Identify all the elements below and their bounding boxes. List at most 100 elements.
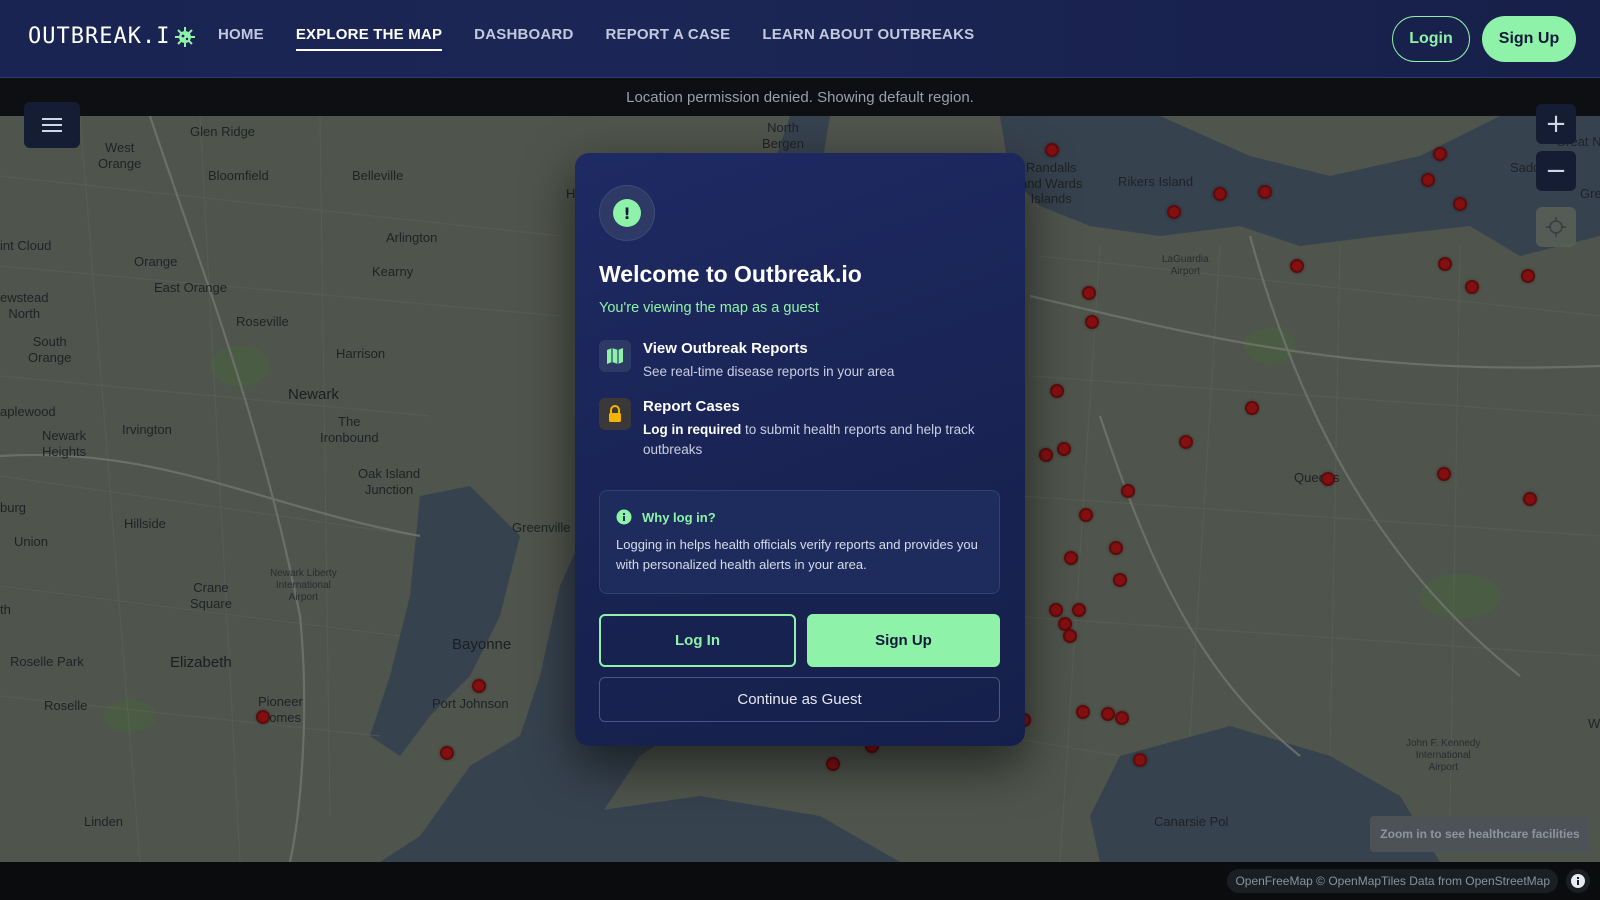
- case-marker[interactable]: [1045, 143, 1059, 157]
- case-marker[interactable]: [440, 746, 454, 760]
- case-marker[interactable]: [472, 679, 486, 693]
- zoom-out-button[interactable]: −: [1536, 151, 1576, 191]
- case-marker[interactable]: [256, 710, 270, 724]
- map-label-int-cloud: int Cloud: [0, 238, 52, 253]
- info-circle-icon: [616, 509, 632, 525]
- map-menu-button[interactable]: [24, 102, 80, 148]
- case-marker[interactable]: [1064, 551, 1078, 565]
- case-marker[interactable]: [1321, 472, 1335, 486]
- map-label-west-orange: West Orange: [98, 140, 142, 171]
- zoom-in-button[interactable]: +: [1536, 104, 1576, 144]
- nav-dashboard[interactable]: DASHBOARD: [474, 26, 573, 51]
- why-login-text: Logging in helps health officials verify…: [616, 537, 978, 572]
- minus-icon: −: [1545, 156, 1567, 186]
- case-marker[interactable]: [1076, 705, 1090, 719]
- case-marker[interactable]: [1523, 492, 1537, 506]
- case-marker[interactable]: [1179, 435, 1193, 449]
- map-label-greenville: Greenville: [512, 520, 571, 535]
- case-marker[interactable]: [1049, 603, 1063, 617]
- info-icon: [1571, 874, 1585, 888]
- case-marker[interactable]: [1109, 541, 1123, 555]
- modal-login-button[interactable]: Log In: [599, 614, 796, 667]
- feature-report-cases-desc: Log in required to submit health reports…: [643, 420, 999, 460]
- login-required-text: Log in required: [643, 422, 742, 437]
- map-label-roselle: Roselle: [44, 698, 88, 713]
- case-marker[interactable]: [1465, 280, 1479, 294]
- top-navbar: OUTBREAK.I HOME EXPLORE THE MAP DASHBOAR…: [0, 0, 1600, 78]
- attribution-info-button[interactable]: [1566, 869, 1590, 893]
- case-marker[interactable]: [1121, 484, 1135, 498]
- map-label-union: Union: [14, 534, 48, 549]
- map-label-crane-square: Crane Square: [190, 580, 232, 611]
- continue-as-guest-button[interactable]: Continue as Guest: [599, 677, 1000, 722]
- map-label-randalls: Randalls and Wards Islands: [1020, 160, 1083, 207]
- map-label-glen-ridge: Glen Ridge: [190, 124, 256, 139]
- logo-text: OUTBREAK.I: [28, 24, 171, 49]
- map-label-bayonne: Bayonne: [452, 636, 512, 653]
- hamburger-icon: [42, 118, 62, 132]
- map-label-harrison: Harrison: [336, 346, 386, 361]
- case-marker[interactable]: [1085, 315, 1099, 329]
- map-label-w: W: [1588, 716, 1600, 731]
- nav-report-case[interactable]: REPORT A CASE: [605, 26, 730, 51]
- case-marker[interactable]: [1115, 711, 1129, 725]
- map-label-port-johnson: Port Johnson: [432, 696, 509, 711]
- case-marker[interactable]: [1453, 197, 1467, 211]
- why-login-box: Why log in? Logging in helps health offi…: [599, 490, 1000, 594]
- feature-report-cases-title: Report Cases: [643, 398, 740, 415]
- case-marker[interactable]: [1057, 442, 1071, 456]
- case-marker[interactable]: [1133, 753, 1147, 767]
- map-label-ironbound: The Ironbound: [320, 414, 379, 445]
- modal-alert-icon-wrap: !: [599, 185, 655, 241]
- logo[interactable]: OUTBREAK.I: [28, 24, 196, 49]
- crosshair-icon: [1546, 217, 1566, 237]
- map-label-newark-airport: Newark Liberty International Airport: [270, 568, 337, 603]
- map-label-north-bergen: North Bergen: [762, 120, 804, 151]
- map-label-belleville: Belleville: [352, 168, 404, 183]
- map-label-kearny: Kearny: [372, 264, 414, 279]
- map-label-linden: Linden: [84, 814, 124, 829]
- case-marker[interactable]: [1290, 259, 1304, 273]
- nav-login-button[interactable]: Login: [1392, 16, 1470, 62]
- case-marker[interactable]: [1082, 286, 1096, 300]
- map-label-rikers: Rikers Island: [1118, 174, 1194, 189]
- map-label-canarsie: Canarsie Pol: [1154, 814, 1229, 829]
- nav-explore-map[interactable]: EXPLORE THE MAP: [295, 26, 443, 51]
- feature-report-cases: Report Cases Log in required to submit h…: [599, 398, 999, 460]
- location-status-bar: Location permission denied. Showing defa…: [0, 78, 1600, 116]
- case-marker[interactable]: [1245, 401, 1259, 415]
- map-attribution[interactable]: OpenFreeMap © OpenMapTiles Data from Ope…: [1227, 869, 1558, 893]
- case-marker[interactable]: [1063, 629, 1077, 643]
- map-label-orange: Orange: [134, 254, 178, 269]
- case-marker[interactable]: [1421, 173, 1435, 187]
- case-marker[interactable]: [826, 757, 840, 771]
- nav-signup-button[interactable]: Sign Up: [1482, 16, 1576, 62]
- map-icon: [599, 340, 631, 372]
- locate-button[interactable]: [1536, 207, 1576, 247]
- case-marker[interactable]: [1437, 467, 1451, 481]
- map-label-newark-heights: Newark Heights: [42, 428, 87, 459]
- case-marker[interactable]: [1050, 384, 1064, 398]
- case-marker[interactable]: [1521, 269, 1535, 283]
- case-marker[interactable]: [1213, 187, 1227, 201]
- case-marker[interactable]: [1438, 257, 1452, 271]
- case-marker[interactable]: [1113, 573, 1127, 587]
- case-marker[interactable]: [1167, 205, 1181, 219]
- case-marker[interactable]: [1039, 448, 1053, 462]
- map-label-bloomfield: Bloomfield: [208, 168, 269, 183]
- map-label-burg: burg: [0, 500, 27, 515]
- map-label-th: th: [0, 602, 11, 617]
- case-marker[interactable]: [1072, 603, 1086, 617]
- case-marker[interactable]: [1258, 185, 1272, 199]
- nav-learn[interactable]: LEARN ABOUT OUTBREAKS: [762, 26, 974, 51]
- welcome-modal: ! Welcome to Outbreak.io You're viewing …: [575, 153, 1025, 746]
- case-marker[interactable]: [1079, 508, 1093, 522]
- map-label-oak-island: Oak Island Junction: [358, 466, 421, 497]
- nav-home[interactable]: HOME: [218, 26, 264, 51]
- modal-signup-button[interactable]: Sign Up: [807, 614, 1000, 667]
- case-marker[interactable]: [1101, 707, 1115, 721]
- map-label-hillside: Hillside: [124, 516, 166, 531]
- map-label-laguardia: LaGuardia Airport: [1162, 254, 1209, 277]
- case-marker[interactable]: [1433, 147, 1447, 161]
- feature-view-reports: View Outbreak Reports See real-time dise…: [599, 340, 999, 382]
